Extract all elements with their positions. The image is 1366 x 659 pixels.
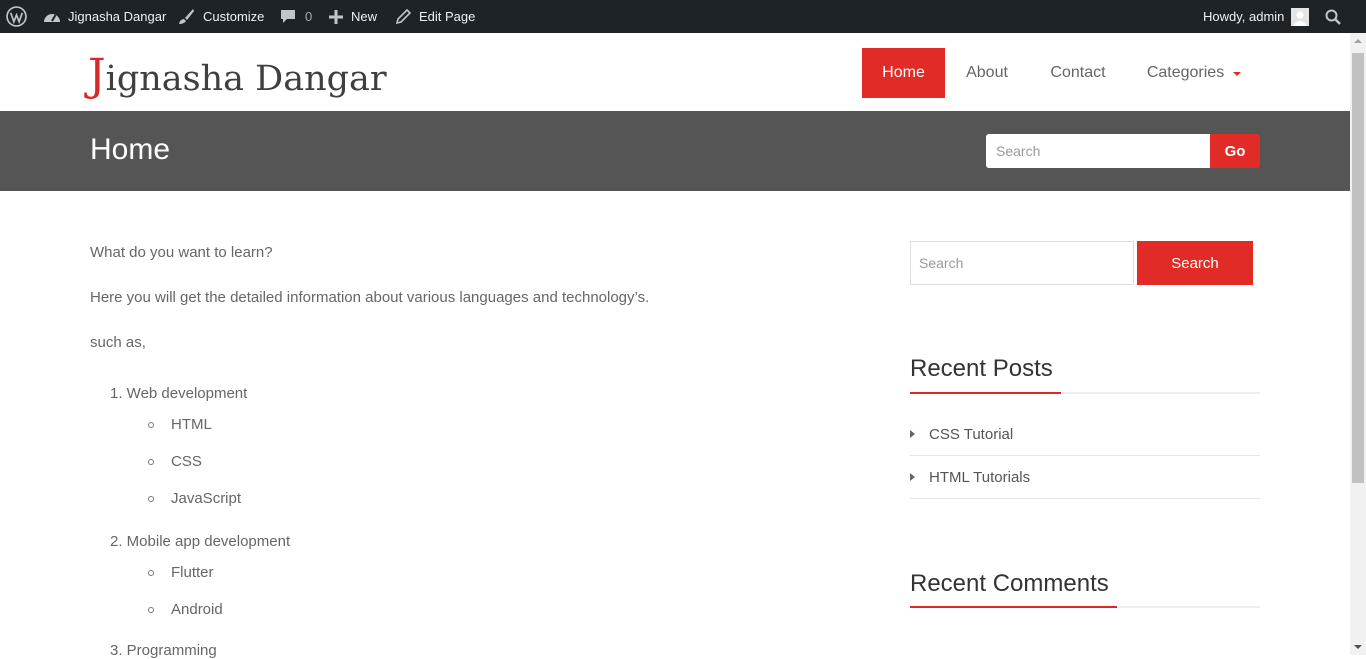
avatar xyxy=(1291,7,1310,26)
list-item: 3. Programming xyxy=(110,642,217,659)
nav-categories-label: Categories xyxy=(1146,64,1225,81)
scroll-up-arrow-icon[interactable] xyxy=(1354,39,1362,43)
go-button-label: Go xyxy=(1224,142,1246,160)
nav-contact[interactable]: Contact xyxy=(1038,48,1118,98)
recent-posts-title: Recent Posts xyxy=(910,355,1053,382)
comments-count: 0 xyxy=(305,9,313,24)
list-item: JavaScript xyxy=(148,490,241,507)
list-item: 2. Mobile app development xyxy=(110,533,291,550)
customize-link[interactable]: Customize xyxy=(178,0,264,33)
nav-contact-label: Contact xyxy=(1050,64,1106,81)
site-logo[interactable]: Jignasha Dangar xyxy=(88,51,387,101)
customize-label: Customize xyxy=(203,9,265,24)
list-item-label: Flutter xyxy=(171,564,214,581)
list-item: Flutter xyxy=(148,564,214,581)
nav-about-label: About xyxy=(966,64,1008,81)
bullet-icon xyxy=(148,606,154,613)
list-item: HTML xyxy=(148,416,212,433)
go-button[interactable]: Go xyxy=(1210,134,1260,168)
brush-icon xyxy=(178,8,195,25)
nav-about[interactable]: About xyxy=(955,48,1019,98)
title-underline xyxy=(910,606,1117,608)
caret-right-icon xyxy=(910,430,915,438)
bullet-icon xyxy=(148,421,154,428)
recent-post-item[interactable]: HTML Tutorials xyxy=(910,456,1260,499)
edit-page-label: Edit Page xyxy=(419,9,476,24)
recent-post-item[interactable]: CSS Tutorial xyxy=(910,413,1260,456)
list-item: CSS xyxy=(148,453,202,470)
list-item: 1. Web development xyxy=(110,385,248,402)
nav-home-label: Home xyxy=(882,64,925,81)
list-item-label: HTML xyxy=(171,416,212,433)
howdy-label: Howdy, admin xyxy=(1203,9,1285,24)
new-label: New xyxy=(351,9,378,24)
recent-post-link[interactable]: CSS Tutorial xyxy=(929,426,1013,443)
site-name-link[interactable]: Jignasha Dangar xyxy=(43,0,166,33)
caret-down-icon xyxy=(1233,72,1242,76)
logo-text: ignasha Dangar xyxy=(105,59,387,99)
page-scrollbar[interactable] xyxy=(1350,33,1366,655)
pencil-icon xyxy=(396,9,411,24)
page-title-band: Home Search Go xyxy=(0,111,1350,191)
new-content-link[interactable]: New xyxy=(329,0,377,33)
plus-icon xyxy=(329,9,343,24)
such-as-paragraph: such as, xyxy=(90,334,146,351)
sidebar-search-button[interactable]: Search xyxy=(1137,241,1253,285)
page-title: Home xyxy=(90,133,171,166)
bullet-icon xyxy=(148,569,154,576)
scrollbar-thumb[interactable] xyxy=(1352,53,1364,483)
recent-post-link[interactable]: HTML Tutorials xyxy=(929,469,1030,486)
account-menu[interactable]: Howdy, admin xyxy=(1203,0,1310,33)
bullet-icon xyxy=(148,458,154,465)
search-icon[interactable] xyxy=(1325,0,1341,33)
nav-home[interactable]: Home xyxy=(862,48,945,98)
site-header: Jignasha Dangar Home About Contact Categ… xyxy=(0,33,1350,111)
recent-posts-divider xyxy=(910,392,1260,394)
header-search-placeholder: Search xyxy=(996,143,1041,159)
intro-paragraph: What do you want to learn? xyxy=(90,244,273,261)
list-item-label: Android xyxy=(171,601,223,618)
list-item-label: CSS xyxy=(171,453,202,470)
nav-categories[interactable]: Categories xyxy=(1140,48,1248,98)
title-underline xyxy=(910,392,1061,394)
header-search-input[interactable]: Search xyxy=(986,134,1210,168)
sidebar-search-placeholder: Search xyxy=(919,255,964,271)
caret-right-icon xyxy=(910,473,915,481)
recent-comments-divider xyxy=(910,606,1260,608)
scroll-down-arrow-icon[interactable] xyxy=(1354,645,1362,649)
list-item: Android xyxy=(148,601,223,618)
list-item-label: JavaScript xyxy=(171,490,242,507)
admin-bar: Jignasha Dangar Customize 0 New Edit Pag… xyxy=(0,0,1366,33)
comment-bubble-icon xyxy=(280,9,296,24)
comments-link[interactable]: 0 xyxy=(280,0,312,33)
description-paragraph: Here you will get the detailed informati… xyxy=(90,289,650,306)
bullet-icon xyxy=(148,495,154,502)
wordpress-logo-icon[interactable] xyxy=(6,0,27,33)
edit-page-link[interactable]: Edit Page xyxy=(396,0,475,33)
site-name-label: Jignasha Dangar xyxy=(68,9,167,24)
sidebar-search-input[interactable]: Search xyxy=(910,241,1134,285)
logo-initial: J xyxy=(88,50,106,101)
dashboard-icon xyxy=(43,9,61,25)
recent-comments-title: Recent Comments xyxy=(910,570,1109,597)
sidebar-search-button-label: Search xyxy=(1171,254,1219,272)
